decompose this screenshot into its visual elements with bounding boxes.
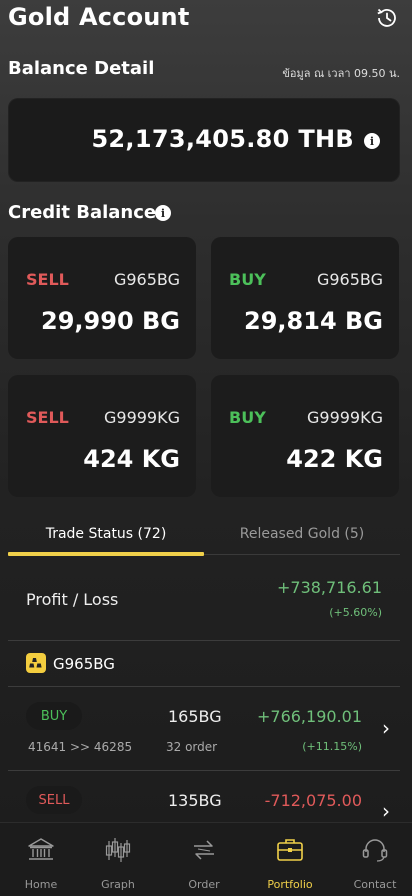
divider [8, 770, 400, 771]
credit-amount: 29,990 BG [41, 307, 180, 335]
nav-label: Home [24, 878, 58, 891]
profit-loss-percent: (+5.60%) [329, 606, 382, 619]
credit-card-sell-g9999kg: SELL G9999KG 424 KG [8, 375, 196, 497]
headset-icon [362, 839, 388, 862]
balance-value: 52,173,405.80 THB [91, 125, 354, 153]
nav-label: Graph [101, 878, 135, 891]
bottom-nav: Home Graph Order Portfolio Contact [0, 822, 412, 896]
side-pill: SELL [26, 786, 82, 814]
tab-released-gold[interactable]: Released Gold (5) [204, 526, 400, 542]
row-amount: 165BG [168, 707, 222, 726]
balance-detail-title: Balance Detail [8, 58, 155, 79]
side-pill: BUY [26, 702, 82, 730]
credit-card-sell-g965bg: SELL G965BG 29,990 BG [8, 237, 196, 359]
nav-home[interactable]: Home [0, 823, 82, 896]
price-range: 41641 >> 46285 [28, 740, 133, 754]
side-label: BUY [229, 270, 266, 289]
tab-trade-status[interactable]: Trade Status (72) [8, 526, 204, 542]
row-orders: 32 order [166, 740, 218, 754]
nav-order[interactable]: Order [163, 823, 245, 896]
divider [8, 640, 400, 641]
product-code: G9999KG [306, 408, 383, 427]
nav-label: Order [188, 878, 220, 891]
credit-card-buy-g965bg: BUY G965BG 29,814 BG [211, 237, 399, 359]
credit-card-buy-g9999kg: BUY G9999KG 422 KG [211, 375, 399, 497]
app-header: Gold Account [0, 0, 412, 38]
gold-bar-icon [26, 653, 46, 673]
tab-divider [204, 554, 400, 555]
page-title: Gold Account [8, 3, 190, 31]
credit-info-icon[interactable]: i [155, 205, 171, 221]
credit-balance-title: Credit Balance [8, 202, 157, 223]
product-code: G965BG [113, 270, 180, 289]
nav-contact[interactable]: Contact [334, 823, 412, 896]
profit-loss-label: Profit / Loss [26, 590, 119, 609]
candlestick-icon [105, 838, 131, 862]
product-code: G965BG [316, 270, 383, 289]
row-value: +766,190.01 [256, 707, 362, 726]
row-value: -712,075.00 [264, 791, 362, 810]
info-icon[interactable]: i [364, 133, 380, 149]
credit-amount: 29,814 BG [244, 307, 383, 335]
side-label: SELL [26, 270, 69, 289]
nav-graph[interactable]: Graph [77, 823, 159, 896]
history-clock-icon[interactable] [374, 5, 400, 31]
briefcase-icon [277, 839, 303, 861]
profit-loss-value: +738,716.61 [276, 578, 382, 597]
balance-card: 52,173,405.80 THB i [8, 98, 400, 182]
divider [8, 686, 400, 687]
active-tab-indicator [8, 552, 204, 556]
row-percent: (+11.15%) [302, 740, 362, 753]
group-product-code: G965BG [53, 655, 115, 673]
data-time-note: ข้อมูล ณ เวลา 09.50 น. [282, 67, 400, 80]
nav-label: Portfolio [267, 878, 313, 891]
side-label: BUY [229, 408, 266, 427]
row-amount: 135BG [168, 791, 222, 810]
exchange-icon [194, 840, 214, 860]
bank-icon [28, 838, 54, 860]
nav-label: Contact [353, 878, 397, 891]
credit-amount: 424 KG [83, 445, 180, 473]
nav-portfolio[interactable]: Portfolio [249, 823, 331, 896]
credit-amount: 422 KG [286, 445, 383, 473]
chevron-right-icon[interactable]: › [382, 716, 390, 740]
side-label: SELL [26, 408, 69, 427]
tab-bar: Trade Status (72) Released Gold (5) [0, 518, 412, 558]
chevron-right-icon[interactable]: › [382, 799, 390, 823]
product-code: G9999KG [103, 408, 180, 427]
